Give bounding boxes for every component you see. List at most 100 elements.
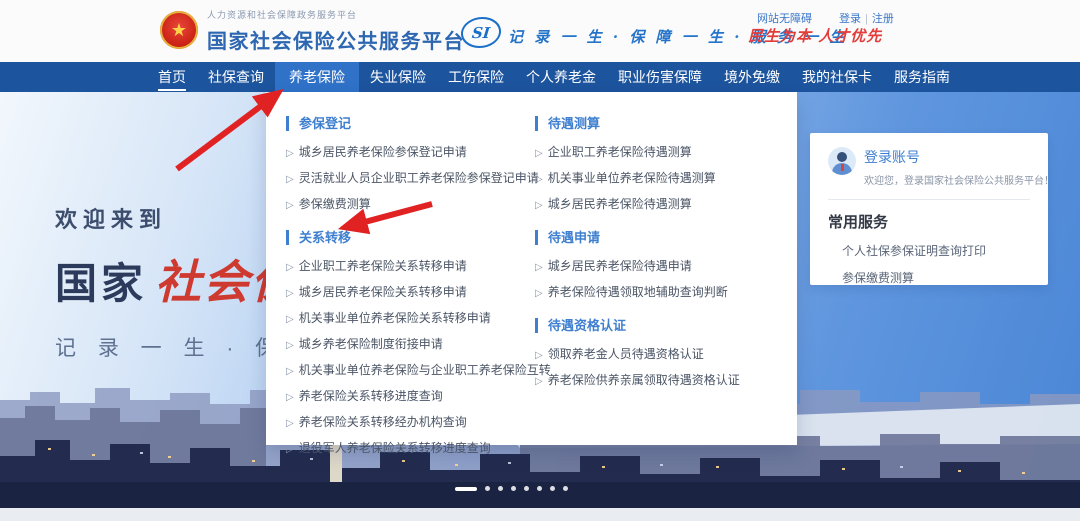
dropdown-link-label: 退役军人养老保险关系转移进度查询 [299,441,491,455]
platform-subtitle: 人力资源和社会保障政务服务平台 [207,8,465,21]
triangle-marker-icon: ▷ [286,148,294,159]
carousel-dot[interactable] [563,486,568,491]
dropdown-link[interactable]: ▷城乡居民养老保险关系转移申请 [286,284,535,302]
login-account-link[interactable]: 登录账号 [864,147,1054,167]
triangle-marker-icon: ▷ [286,444,294,455]
dropdown-link[interactable]: ▷城乡居民养老保险待遇申请 [535,258,797,276]
login-welcome-text: 欢迎您，登录国家社会保险公共服务平台！ [864,172,1054,187]
nav-label: 工伤保险 [448,70,504,84]
nav-item-pension-insurance[interactable]: 养老保险 [275,62,359,92]
carousel-dot[interactable] [537,486,542,491]
dropdown-link-label: 企业职工养老保险关系转移申请 [299,259,467,273]
triangle-marker-icon: ▷ [286,340,294,351]
nav-item-my-social-card[interactable]: 我的社保卡 [791,62,883,92]
dropdown-link-label: 城乡居民养老保险参保登记申请 [299,145,467,159]
register-link[interactable]: 注册 [872,13,894,25]
nav-item-home[interactable]: 首页 [147,62,197,92]
dropdown-link[interactable]: ▷ 企业职工养老保险待遇测算 [535,144,797,162]
triangle-marker-icon: ▷ [286,262,294,273]
carousel-dot-active[interactable] [455,487,477,491]
dropdown-link[interactable]: ▷ 机关事业单位养老保险待遇测算 [535,170,797,188]
dropdown-link[interactable]: ▷ 城乡居民养老保险参保登记申请 [286,144,535,162]
auth-links: 登录 | 注册 [839,10,894,26]
login-link[interactable]: 登录 [839,13,861,25]
nav-item-overseas-exemption[interactable]: 境外免缴 [713,62,791,92]
dropdown-link[interactable]: ▷ 养老保险待遇领取地辅助查询判断 [535,284,797,302]
dropdown-link-label: 机关事业单位养老保险待遇测算 [548,171,716,185]
nav-item-personal-pension[interactable]: 个人养老金 [515,62,607,92]
carousel-dot[interactable] [550,486,555,491]
nav-label: 养老保险 [289,70,345,84]
dropdown-link-label: 城乡居民养老保险待遇申请 [548,259,692,273]
section-title-qualification-cert: 待遇资格认证 [535,318,797,333]
triangle-marker-icon: ▷ [535,174,543,185]
dropdown-link[interactable]: ▷灵活就业人员企业职工养老保险参保登记申请 [286,170,535,188]
triangle-marker-icon: ▷ [535,200,543,211]
auth-separator: | [865,13,868,25]
carousel-dot[interactable] [485,486,490,491]
triangle-marker-icon: ▷ [535,148,543,159]
triangle-marker-icon: ▷ [535,288,543,299]
nav-item-shebao-query[interactable]: 社保查询 [197,62,275,92]
triangle-marker-icon: ▷ [286,200,294,211]
triangle-marker-icon: ▷ [535,350,543,361]
nav-item-work-injury-insurance[interactable]: 工伤保险 [437,62,515,92]
common-service-link[interactable]: 参保缴费测算 [842,269,1030,286]
nav-label: 失业保险 [370,70,426,84]
triangle-marker-icon: ▷ [286,392,294,403]
main-nav: 首页 社保查询 养老保险 失业保险 工伤保险 个人养老金 职业伤害保障 境外免缴… [0,62,1080,92]
nav-label: 境外免缴 [724,70,780,84]
section-title-relation-transfer: 关系转移 [286,230,535,245]
nav-item-service-guide[interactable]: 服务指南 [883,62,961,92]
dropdown-link-label: 灵活就业人员企业职工养老保险参保登记申请 [299,171,539,185]
si-logo-icon: SI [459,17,502,48]
carousel-dot[interactable] [511,486,516,491]
nav-label: 首页 [158,70,186,91]
dropdown-link-label: 养老保险供养亲属领取待遇资格认证 [548,373,740,387]
dropdown-link-label: 城乡养老保险制度衔接申请 [299,337,443,351]
national-emblem-icon: ★ [160,11,198,49]
dropdown-link-label: 机关事业单位养老保险与企业职工养老保险互转 [299,363,551,377]
login-services-panel: 登录账号 欢迎您，登录国家社会保险公共服务平台！ 常用服务 个人社保参保证明查询… [810,133,1048,285]
dropdown-link[interactable]: ▷养老保险供养亲属领取待遇资格认证 [535,372,797,390]
nav-label: 我的社保卡 [802,70,872,84]
section-title-benefit-apply: 待遇申请 [535,230,797,245]
platform-title: 国家社会保险公共服务平台 [207,25,465,54]
dropdown-link-label: 养老保险关系转移经办机构查询 [299,415,467,429]
carousel-dot[interactable] [498,486,503,491]
carousel-dot[interactable] [524,486,529,491]
dropdown-left-column: 参保登记 ▷城乡居民养老保险参保登记申请 ▷灵活就业人员企业职工养老保险参保登记… [286,110,535,445]
nav-label: 职业伤害保障 [618,70,702,84]
dropdown-link-label: 参保缴费测算 [299,197,371,211]
dropdown-link[interactable]: ▷城乡居民养老保险待遇测算 [535,196,797,214]
site-header: ★ 人力资源和社会保障政务服务平台 国家社会保险公共服务平台 SI 记 录 一 … [0,0,1080,62]
triangle-marker-icon: ▷ [286,288,294,299]
dropdown-link-label: 企业职工养老保险待遇测算 [548,145,692,159]
dropdown-link[interactable]: ▷ 城乡养老保险制度衔接申请 [286,336,535,354]
nav-label: 个人养老金 [526,70,596,84]
dropdown-link-label: 养老保险待遇领取地辅助查询判断 [548,285,728,299]
dropdown-link[interactable]: ▷ 参保缴费测算 [286,196,535,214]
dropdown-link[interactable]: ▷ 养老保险关系转移经办机构查询 [286,414,535,432]
accessibility-link[interactable]: 网站无障碍 [757,10,812,26]
nav-item-unemployment-insurance[interactable]: 失业保险 [359,62,437,92]
nav-label: 服务指南 [894,70,950,84]
panel-divider [828,199,1030,200]
dropdown-link[interactable]: ▷机关事业单位养老保险与企业职工养老保险互转 [286,362,535,380]
dropdown-link[interactable]: ▷ 领取养老金人员待遇资格认证 [535,346,797,364]
avatar-icon [828,147,856,175]
common-service-link[interactable]: 个人社保参保证明查询打印 [842,242,1030,259]
login-row: 登录账号 欢迎您，登录国家社会保险公共服务平台！ [828,147,1030,187]
dropdown-link-label: 领取养老金人员待遇资格认证 [548,347,704,361]
dropdown-link[interactable]: ▷机关事业单位养老保险关系转移申请 [286,310,535,328]
dropdown-link[interactable]: ▷ 企业职工养老保险关系转移申请 [286,258,535,276]
hero-title-dark: 国家 [55,260,147,307]
triangle-marker-icon: ▷ [286,174,294,185]
dropdown-right-column: 待遇测算 ▷企业职工养老保险待遇测算 ▷机关事业单位养老保险待遇测算 ▷城乡居民… [535,110,797,445]
site-title-block: 人力资源和社会保障政务服务平台 国家社会保险公共服务平台 [207,8,465,54]
dropdown-link[interactable]: ▷ 退役军人养老保险关系转移进度查询 [286,440,535,458]
triangle-marker-icon: ▷ [286,418,294,429]
nav-label: 社保查询 [208,70,264,84]
nav-item-occupational-injury[interactable]: 职业伤害保障 [607,62,713,92]
dropdown-link[interactable]: ▷养老保险关系转移进度查询 [286,388,535,406]
